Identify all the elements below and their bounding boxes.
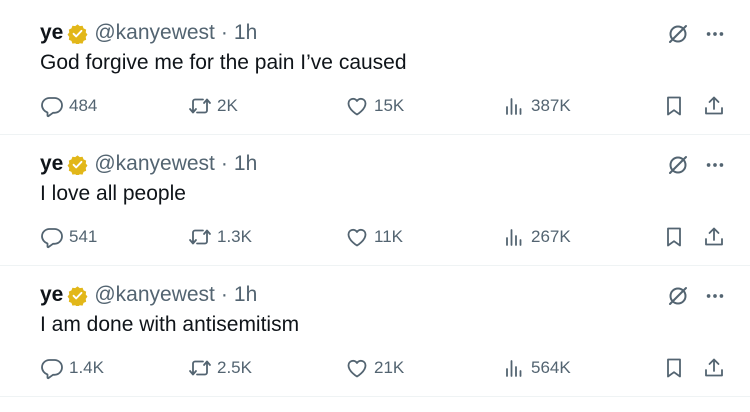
tweet-actions: 541 1.3K 11K 267K	[40, 223, 726, 251]
verified-badge-icon	[67, 285, 88, 307]
reply-count: 541	[69, 227, 98, 246]
reply-button[interactable]: 484	[40, 92, 97, 120]
user-handle[interactable]: @kanyewest	[94, 283, 215, 307]
reply-button[interactable]: 1.4K	[40, 354, 104, 382]
retweet-count: 2K	[217, 96, 238, 115]
views-button[interactable]: 564K	[502, 354, 571, 382]
views-button[interactable]: 267K	[502, 223, 571, 251]
more-icon[interactable]	[704, 154, 726, 176]
timestamp[interactable]: 1h	[234, 21, 257, 45]
bookmark-icon	[667, 96, 681, 116]
retweet-icon	[189, 360, 211, 376]
grok-icon[interactable]	[666, 22, 690, 46]
share-button[interactable]	[702, 223, 726, 251]
retweet-icon	[189, 98, 211, 114]
reply-icon	[41, 228, 63, 249]
retweet-count: 1.3K	[217, 227, 252, 246]
like-count: 11K	[374, 227, 403, 246]
more-icon[interactable]	[704, 23, 726, 45]
views-icon	[506, 98, 522, 115]
tweet-top-actions	[666, 153, 726, 177]
retweet-button[interactable]: 1.3K	[188, 223, 252, 251]
like-button[interactable]: 21K	[345, 354, 404, 382]
retweet-button[interactable]: 2.5K	[188, 354, 252, 382]
like-button[interactable]: 11K	[345, 223, 403, 251]
views-icon	[506, 229, 522, 246]
bookmark-button[interactable]	[662, 354, 686, 382]
display-name[interactable]: ye	[40, 283, 63, 307]
bookmark-icon	[667, 358, 681, 378]
views-count: 564K	[531, 358, 571, 377]
retweet-button[interactable]: 2K	[188, 92, 238, 120]
heart-icon	[347, 97, 367, 116]
views-count: 267K	[531, 227, 571, 246]
separator-dot: ·	[220, 152, 228, 175]
verified-badge-icon	[67, 154, 88, 176]
reply-count: 484	[69, 96, 98, 115]
grok-icon[interactable]	[666, 284, 690, 308]
reply-button[interactable]: 541	[40, 223, 97, 251]
tweet-top-actions	[666, 22, 726, 46]
tweet[interactable]: ye @kanyewest · 1h I am done with antise…	[0, 266, 750, 397]
heart-icon	[347, 228, 367, 247]
share-button[interactable]	[702, 92, 726, 120]
tweet-text: I am done with antisemitism	[40, 313, 300, 336]
tweet[interactable]: ye @kanyewest · 1h God forgive me for th…	[0, 4, 750, 135]
like-button[interactable]: 15K	[345, 92, 404, 120]
reply-icon	[41, 359, 63, 380]
tweet-actions: 484 2K 15K 387K	[40, 92, 726, 120]
like-count: 15K	[374, 96, 405, 115]
separator-dot: ·	[220, 21, 228, 44]
views-icon	[506, 360, 522, 377]
separator-dot: ·	[220, 283, 228, 306]
like-count: 21K	[374, 358, 405, 377]
tweet-text: I love all people	[40, 182, 186, 205]
views-count: 387K	[531, 96, 571, 115]
share-icon	[705, 96, 723, 115]
timestamp[interactable]: 1h	[234, 283, 257, 307]
bookmark-button[interactable]	[662, 92, 686, 120]
views-button[interactable]: 387K	[502, 92, 571, 120]
share-icon	[705, 227, 723, 246]
tweet-header: ye @kanyewest · 1h	[40, 20, 257, 46]
more-icon[interactable]	[704, 285, 726, 307]
display-name[interactable]: ye	[40, 21, 63, 45]
retweet-icon	[189, 229, 211, 245]
grok-icon[interactable]	[666, 153, 690, 177]
tweet-actions: 1.4K 2.5K 21K 564K	[40, 354, 726, 382]
share-icon	[705, 358, 723, 377]
tweet-top-actions	[666, 284, 726, 308]
tweet-feed: ye @kanyewest · 1h God forgive me for th…	[0, 0, 750, 412]
display-name[interactable]: ye	[40, 152, 63, 176]
tweet-text: God forgive me for the pain I’ve caused	[40, 51, 407, 74]
retweet-count: 2.5K	[217, 358, 252, 377]
tweet-header: ye @kanyewest · 1h	[40, 151, 257, 177]
user-handle[interactable]: @kanyewest	[94, 152, 215, 176]
heart-icon	[347, 359, 367, 378]
bookmark-button[interactable]	[662, 223, 686, 251]
share-button[interactable]	[702, 354, 726, 382]
bookmark-icon	[667, 227, 681, 247]
verified-badge-icon	[67, 23, 88, 45]
timestamp[interactable]: 1h	[234, 152, 257, 176]
reply-count: 1.4K	[69, 358, 104, 377]
reply-icon	[41, 97, 63, 118]
user-handle[interactable]: @kanyewest	[94, 21, 215, 45]
tweet[interactable]: ye @kanyewest · 1h I love all people 541	[0, 135, 750, 266]
tweet-header: ye @kanyewest · 1h	[40, 282, 257, 308]
